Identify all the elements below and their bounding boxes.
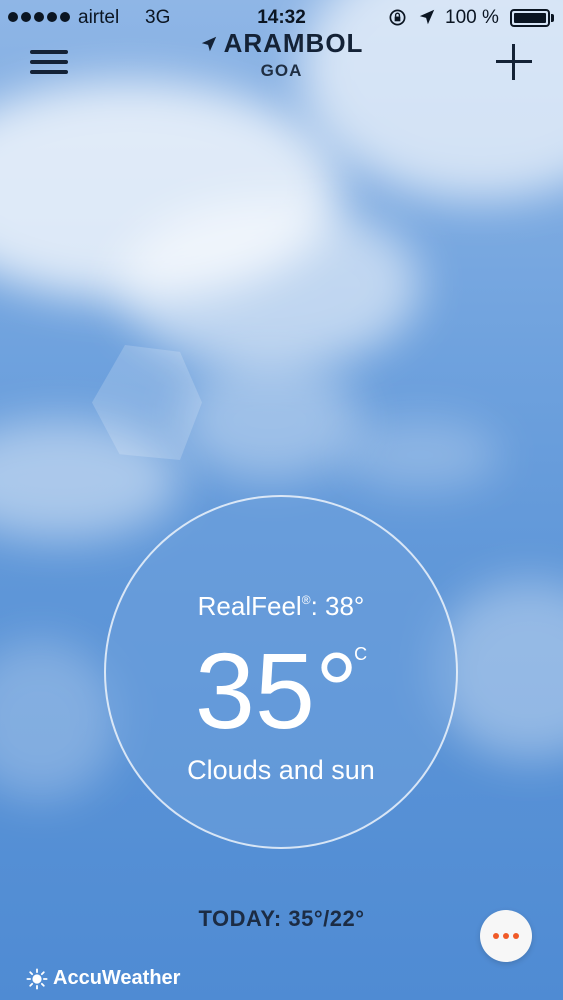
current-temperature: 35°C bbox=[194, 630, 368, 751]
accuweather-logo: AccuWeather bbox=[26, 967, 180, 990]
temperature-unit: C bbox=[354, 644, 368, 664]
rotation-lock-icon bbox=[389, 9, 406, 26]
realfeel-text: RealFeel®: 38° bbox=[197, 591, 365, 621]
city-name: ARAMBOL bbox=[223, 28, 364, 58]
brand-name: AccuWeather bbox=[53, 967, 181, 989]
region-name: GOA bbox=[260, 61, 303, 80]
location-arrow-icon bbox=[201, 36, 216, 51]
add-location-icon[interactable] bbox=[494, 42, 534, 82]
weather-condition: Clouds and sun bbox=[187, 755, 375, 785]
battery-icon bbox=[510, 9, 550, 27]
today-high-low: TODAY: 35°/22° bbox=[198, 906, 365, 931]
location-services-icon bbox=[419, 9, 435, 25]
location-header[interactable]: ARAMBOL GOA bbox=[0, 28, 563, 81]
more-icon[interactable] bbox=[480, 910, 532, 962]
current-conditions-circle[interactable]: RealFeel®: 38° 35°C Clouds and sun bbox=[104, 495, 458, 849]
battery-percentage: 100 % bbox=[445, 7, 499, 28]
accuweather-sun-icon bbox=[26, 967, 48, 990]
